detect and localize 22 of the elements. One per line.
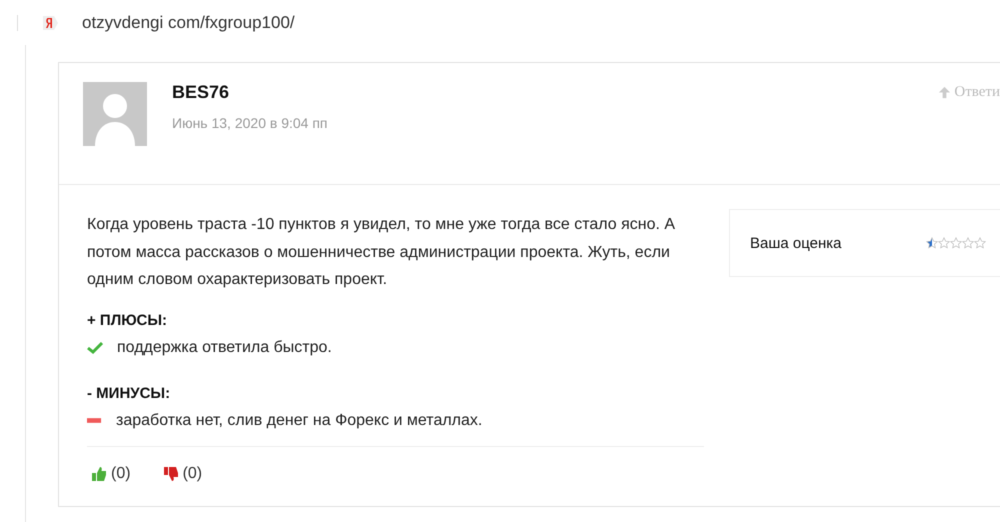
pros-item: поддержка ответила быстро.	[117, 338, 332, 356]
avatar-icon	[83, 82, 147, 146]
dislike-button[interactable]: (0)	[158, 460, 206, 486]
cons-heading: - МИНУСЫ:	[87, 384, 172, 402]
thumbs-down-icon	[162, 466, 179, 482]
star-icon[interactable]	[950, 237, 962, 249]
thumbs-up-icon	[91, 466, 107, 482]
address-url[interactable]: otzyvdengi com/fxgroup100/	[82, 12, 295, 32]
star-icon[interactable]	[974, 237, 986, 249]
star-icon[interactable]	[926, 237, 938, 249]
check-icon	[87, 342, 103, 354]
star-icon[interactable]	[938, 237, 950, 249]
minus-icon	[87, 418, 102, 423]
review-date: Июнь 13, 2020 в 9:04 пп	[172, 115, 328, 131]
star-icon[interactable]	[962, 237, 974, 249]
rating-label: Ваша оценка	[750, 234, 843, 252]
review-text: Когда уровень траста -10 пунктов я увидел, то мне уже тогда все стало ясно. А потом масса рассказов о мошенничестве администрации проекта. Жуть, если одним словом охарактеризовать проект.	[87, 215, 676, 290]
author-name: BES76	[172, 82, 230, 103]
cons-item: заработка нет, слив денег на Форекс и металлах.	[116, 412, 482, 430]
up-arrow-icon	[938, 86, 952, 99]
like-button[interactable]: (0)	[87, 460, 135, 486]
pros-heading: + ПЛЮСЫ:	[87, 312, 168, 328]
